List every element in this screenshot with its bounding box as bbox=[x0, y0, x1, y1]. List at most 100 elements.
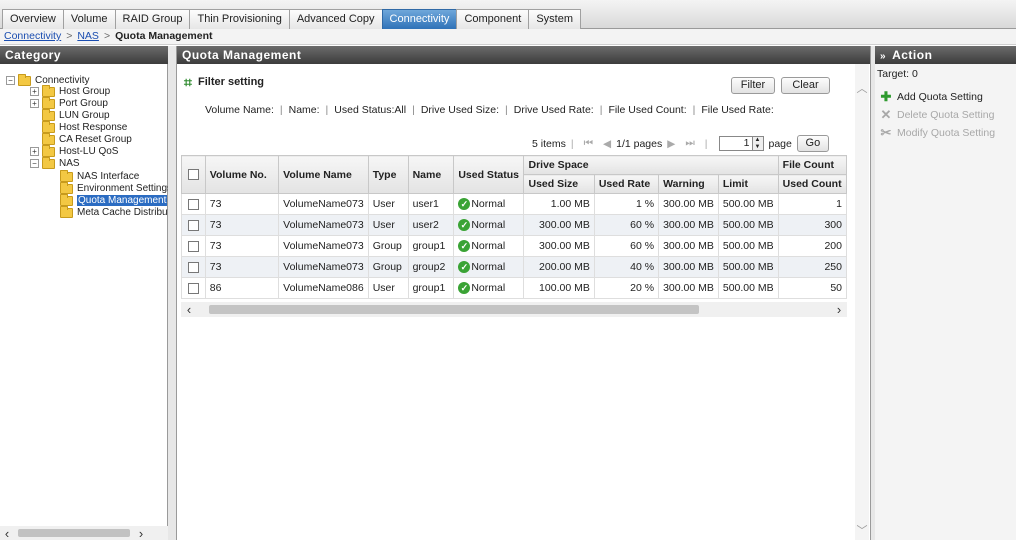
column-limit[interactable]: Limit bbox=[717, 174, 779, 194]
action-label: Modify Quota Setting bbox=[897, 127, 996, 139]
delete-quota-setting-action[interactable]: ✕ Delete Quota Setting bbox=[880, 108, 995, 122]
scroll-right-icon[interactable]: › bbox=[134, 526, 148, 541]
tree-node-host-group[interactable]: + Host Group bbox=[30, 84, 111, 97]
column-volume-name[interactable]: Volume Name bbox=[278, 155, 369, 194]
table-horizontal-scrollbar[interactable]: ‹ › bbox=[181, 302, 847, 317]
row-checkbox[interactable] bbox=[187, 198, 199, 210]
collapse-panel-icon[interactable]: » bbox=[880, 51, 886, 62]
tree-node-nas-interface[interactable]: NAS Interface bbox=[60, 169, 139, 182]
cell-used-rate: 20 % bbox=[593, 277, 660, 299]
table-row[interactable]: 73 VolumeName073 User user2 ✓ Normal 300.… bbox=[181, 214, 848, 236]
first-page-icon[interactable]: ⏮ bbox=[584, 137, 593, 150]
tab-system[interactable]: System bbox=[528, 9, 581, 29]
column-warning[interactable]: Warning bbox=[658, 174, 719, 194]
column-type[interactable]: Type bbox=[367, 155, 409, 194]
tree-label: Host Group bbox=[59, 86, 111, 97]
tree-node-lun-group[interactable]: LUN Group bbox=[42, 108, 110, 121]
breadcrumb-connectivity-link[interactable]: Connectivity bbox=[4, 30, 61, 42]
tree-node-quota-management[interactable]: Quota Management bbox=[60, 193, 168, 206]
main-vertical-scrollbar[interactable]: ︿ ﹀ bbox=[855, 64, 869, 540]
tab-raid-group[interactable]: RAID Group bbox=[114, 9, 191, 29]
tab-thin-provisioning[interactable]: Thin Provisioning bbox=[189, 9, 290, 29]
row-checkbox[interactable] bbox=[187, 240, 199, 252]
cell-used-count: 250 bbox=[777, 256, 848, 278]
last-page-icon[interactable]: ⏭ bbox=[685, 137, 694, 150]
scroll-up-icon[interactable]: ︿ bbox=[855, 80, 869, 96]
status-text: Normal bbox=[471, 239, 506, 252]
tree-node-host-lu-qos[interactable]: + Host-LU QoS bbox=[30, 144, 119, 157]
tab-component[interactable]: Component bbox=[456, 9, 530, 29]
table-row[interactable]: 86 VolumeName086 User group1 ✓ Normal 100… bbox=[181, 277, 848, 299]
column-volume-no[interactable]: Volume No. bbox=[204, 155, 280, 194]
tab-advanced-copy[interactable]: Advanced Copy bbox=[288, 9, 383, 29]
tab-volume[interactable]: Volume bbox=[62, 9, 116, 29]
expand-icon[interactable]: + bbox=[30, 147, 39, 156]
page-number-input[interactable]: 1 bbox=[718, 136, 753, 151]
tree-node-ca-reset-group[interactable]: CA Reset Group bbox=[42, 132, 132, 145]
panel-splitter[interactable] bbox=[168, 46, 177, 540]
cell-used-status: ✓ Normal bbox=[453, 193, 525, 215]
tree-node-host-response[interactable]: Host Response bbox=[42, 120, 127, 133]
scroll-right-icon[interactable]: › bbox=[831, 302, 847, 317]
action-header: » Action bbox=[875, 46, 1016, 64]
tab-connectivity[interactable]: Connectivity bbox=[381, 9, 458, 29]
prev-page-icon[interactable]: ◀ bbox=[603, 138, 611, 150]
column-name[interactable]: Name bbox=[407, 155, 455, 194]
folder-icon bbox=[42, 120, 55, 133]
column-used-size[interactable]: Used Size bbox=[523, 174, 595, 194]
next-page-icon[interactable]: ▶ bbox=[667, 138, 675, 150]
folder-icon bbox=[42, 108, 55, 121]
expand-icon[interactable]: + bbox=[30, 87, 39, 96]
cell-volume-name: VolumeName086 bbox=[278, 277, 369, 299]
scroll-left-icon[interactable]: ‹ bbox=[0, 526, 14, 541]
column-used-rate[interactable]: Used Rate bbox=[593, 174, 660, 194]
clear-button[interactable]: Clear bbox=[781, 77, 830, 94]
tree-label: Port Group bbox=[59, 98, 108, 109]
go-button[interactable]: Go bbox=[796, 135, 829, 152]
cell-used-rate: 40 % bbox=[593, 256, 660, 278]
row-checkbox[interactable] bbox=[187, 282, 199, 294]
folder-icon bbox=[42, 156, 55, 169]
row-checkbox[interactable] bbox=[187, 219, 199, 231]
breadcrumb-nas-link[interactable]: NAS bbox=[77, 30, 99, 42]
tree-node-port-group[interactable]: + Port Group bbox=[30, 96, 108, 109]
expand-icon[interactable]: + bbox=[30, 99, 39, 108]
collapse-icon[interactable]: − bbox=[6, 76, 15, 85]
scroll-thumb[interactable] bbox=[18, 529, 130, 537]
tree-node-environment-settings[interactable]: Environment Settings bbox=[60, 181, 168, 194]
table-row[interactable]: 73 VolumeName073 Group group2 ✓ Normal 20… bbox=[181, 256, 848, 278]
cell-limit: 500.00 MB bbox=[717, 277, 779, 299]
breadcrumb-current: Quota Management bbox=[115, 30, 213, 42]
add-quota-setting-action[interactable]: ✚ Add Quota Setting bbox=[880, 90, 983, 104]
tree-node-meta-cache-distribution[interactable]: Meta Cache Distribution bbox=[60, 205, 168, 218]
row-checkbox[interactable] bbox=[187, 261, 199, 273]
modify-quota-setting-action[interactable]: ✂ Modify Quota Setting bbox=[880, 126, 996, 140]
folder-icon bbox=[42, 144, 55, 157]
table-row[interactable]: 73 VolumeName073 Group group1 ✓ Normal 30… bbox=[181, 235, 848, 257]
cell-type: User bbox=[367, 193, 409, 215]
tab-overview[interactable]: Overview bbox=[2, 9, 64, 29]
scroll-thumb[interactable] bbox=[209, 305, 699, 314]
tree-label: CA Reset Group bbox=[59, 134, 132, 145]
select-all-checkbox[interactable] bbox=[187, 169, 199, 181]
tree-node-nas[interactable]: − NAS bbox=[30, 156, 80, 169]
scroll-down-icon[interactable]: ﹀ bbox=[855, 522, 869, 538]
page-spinner-icon[interactable]: ▲ ▼ bbox=[752, 136, 764, 151]
filter-drive-used-rate: Drive Used Rate: bbox=[513, 104, 594, 116]
table-row[interactable]: 73 VolumeName073 User user1 ✓ Normal 1.00… bbox=[181, 193, 848, 215]
folder-icon bbox=[18, 73, 31, 86]
filter-setting-title[interactable]: Filter setting bbox=[198, 76, 264, 88]
column-used-count[interactable]: Used Count bbox=[777, 174, 848, 194]
cell-volume-name: VolumeName073 bbox=[278, 256, 369, 278]
tree-label: Host-LU QoS bbox=[59, 146, 119, 157]
cell-used-rate: 60 % bbox=[593, 214, 660, 236]
select-all-header bbox=[181, 155, 206, 194]
collapse-icon[interactable]: − bbox=[30, 159, 39, 168]
cell-volume-no: 73 bbox=[204, 193, 280, 215]
scroll-left-icon[interactable]: ‹ bbox=[181, 302, 197, 317]
filter-button[interactable]: Filter bbox=[731, 77, 775, 94]
column-used-status[interactable]: Used Status bbox=[453, 155, 525, 194]
action-label: Delete Quota Setting bbox=[897, 109, 995, 121]
plus-icon: ✚ bbox=[880, 89, 892, 104]
category-horizontal-scrollbar[interactable]: ‹ › bbox=[0, 526, 168, 541]
